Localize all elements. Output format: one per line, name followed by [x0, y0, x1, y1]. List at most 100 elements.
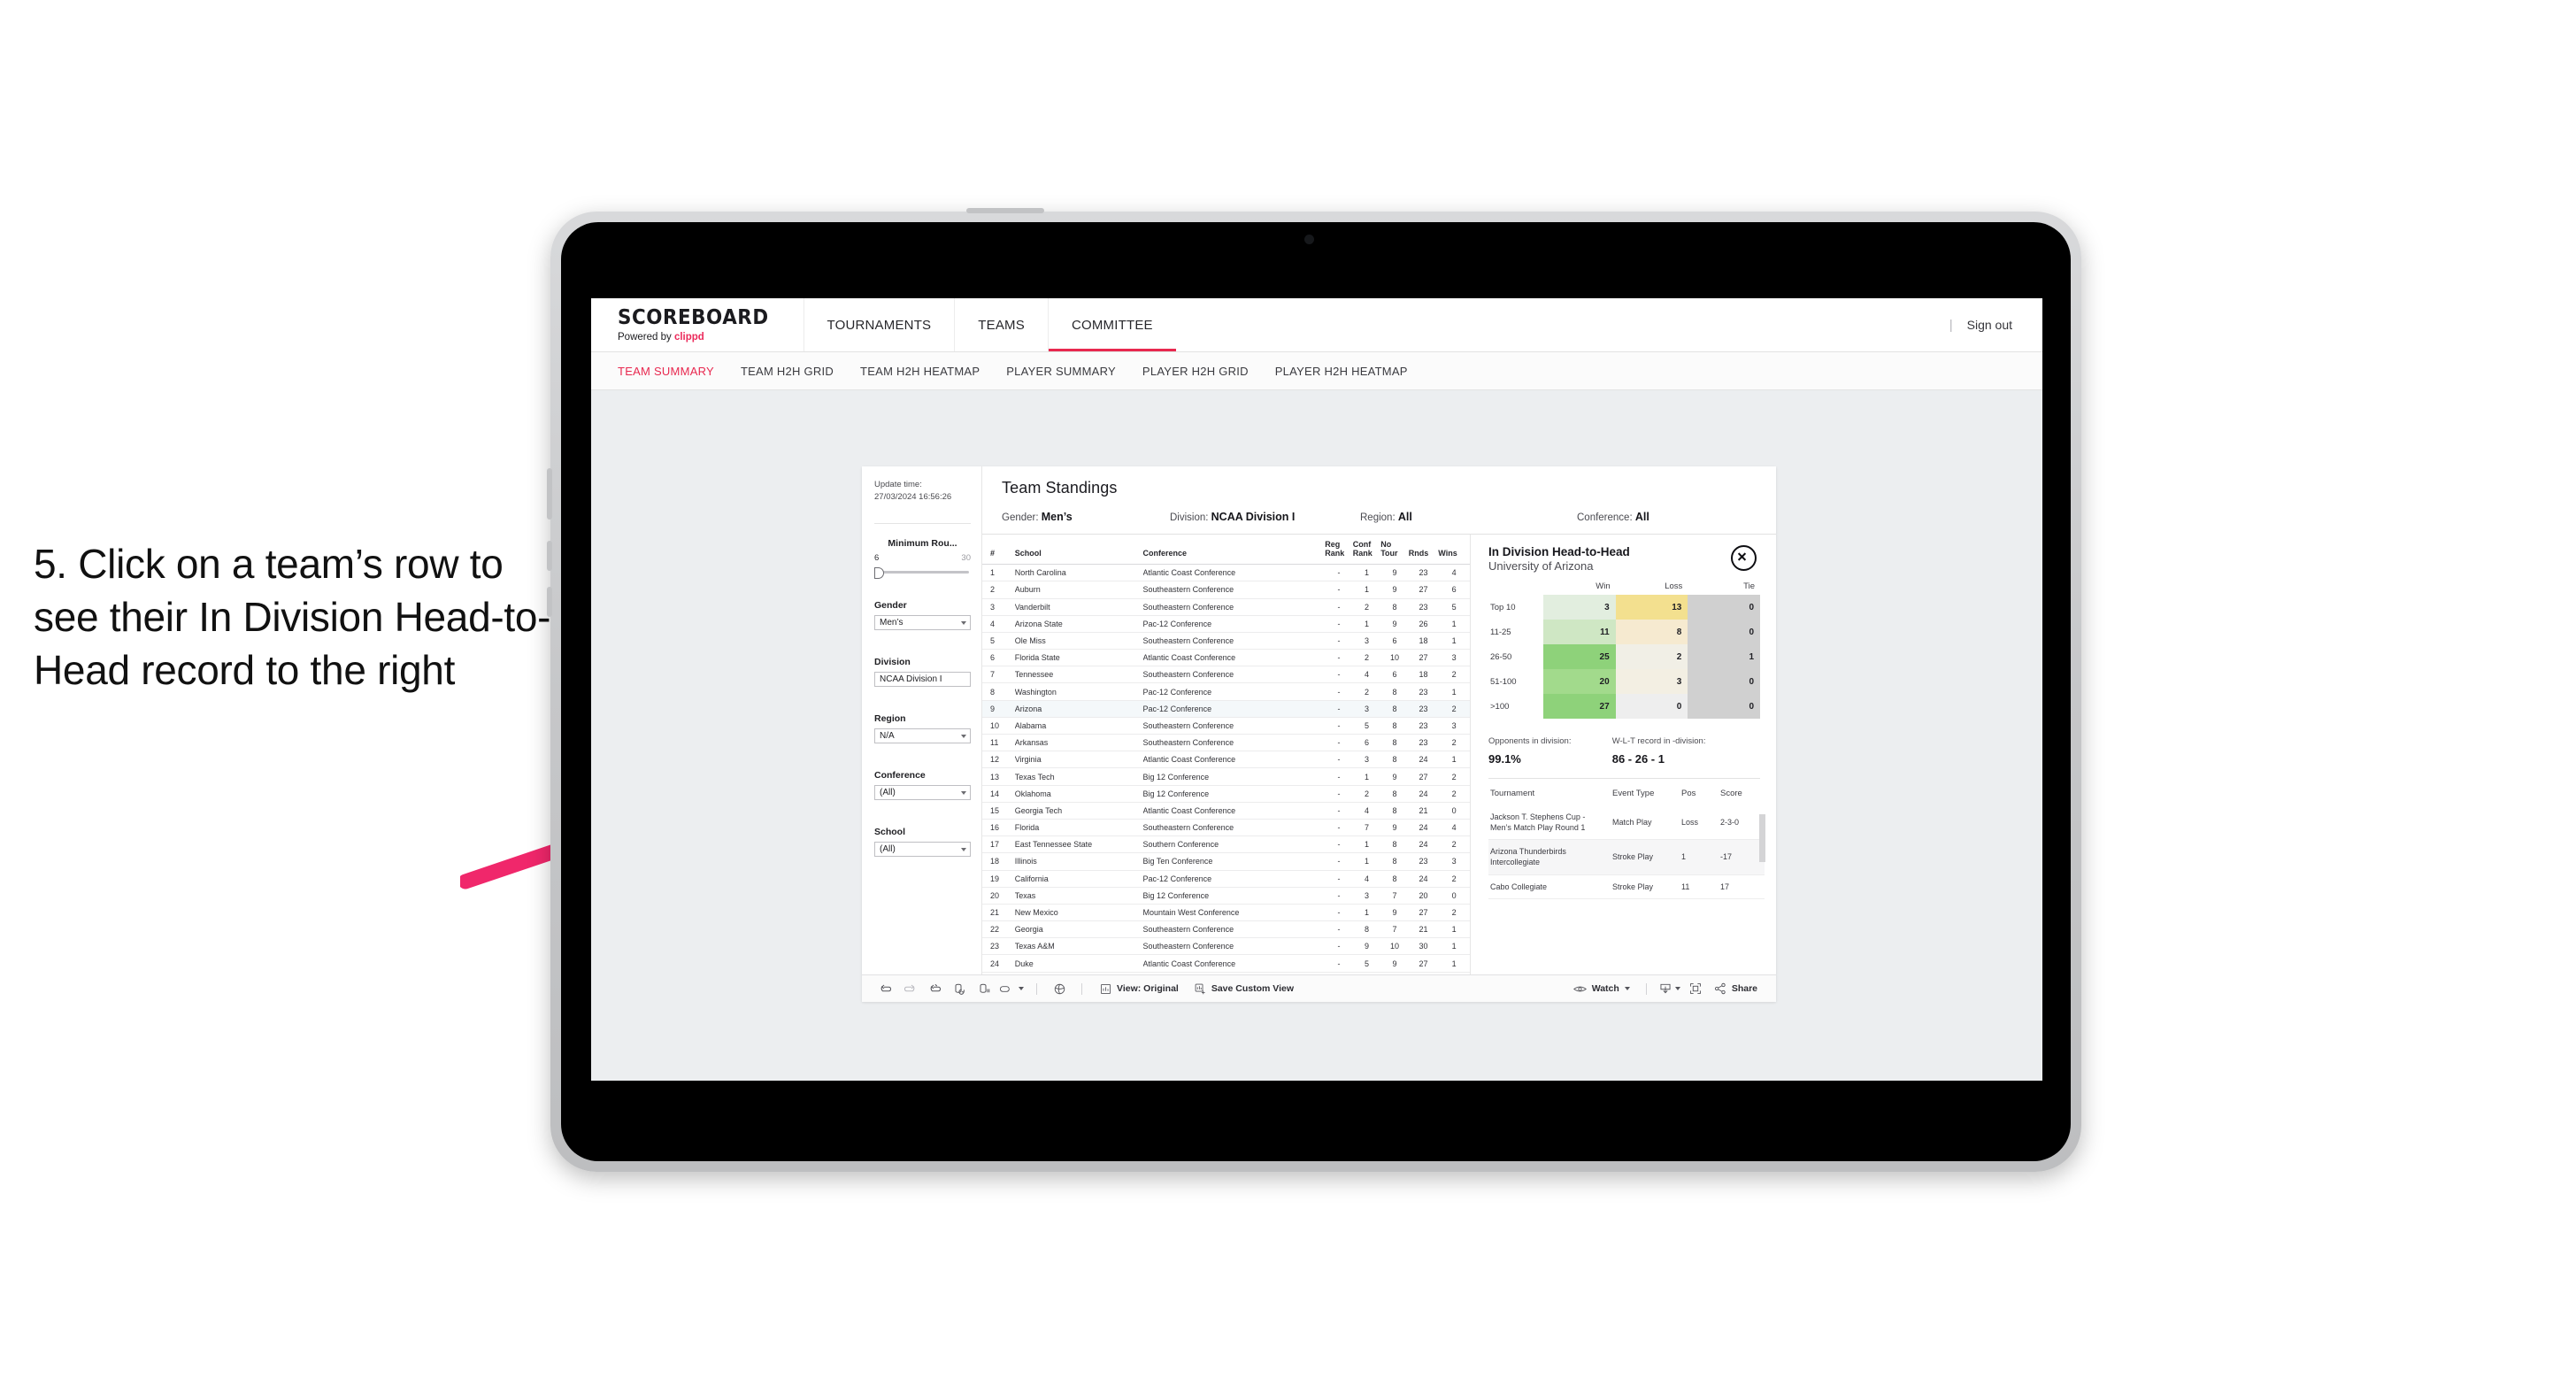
watch-button[interactable]: Watch [1567, 983, 1636, 994]
cell-conference: Atlantic Coast Conference [1142, 649, 1326, 667]
cell-school: Vanderbilt [1014, 598, 1143, 616]
view-original-button[interactable]: View: Original [1094, 983, 1185, 995]
nav-item-committee[interactable]: COMMITTEE [1047, 298, 1176, 351]
col-rank[interactable]: # [982, 535, 1015, 566]
undo-icon[interactable] [874, 980, 896, 997]
table-row[interactable]: 19 California Pac-12 Conference -4 8 24 2 [982, 870, 1470, 888]
tab-team-summary[interactable]: TEAM SUMMARY [618, 365, 714, 378]
save-custom-view-button[interactable]: Save Custom View [1188, 983, 1300, 995]
h2h-cell[interactable]: 11 [1543, 620, 1616, 644]
cell-conference: Southeastern Conference [1142, 632, 1326, 651]
tournament-row[interactable]: Arizona Thunderbirds Intercollegiate Stro… [1488, 839, 1765, 875]
chevron-down-icon[interactable] [1624, 987, 1630, 990]
pause-updates-icon[interactable] [973, 980, 995, 997]
col-no-tour[interactable]: No Tour [1380, 535, 1409, 566]
table-row[interactable]: 4 Arizona State Pac-12 Conference -1 9 26 1 [982, 615, 1470, 633]
table-row[interactable]: 14 Oklahoma Big 12 Conference -2 8 24 2 [982, 785, 1470, 803]
h2h-cell[interactable]: 2 [1615, 644, 1688, 669]
chevron-down-icon[interactable] [1019, 987, 1024, 990]
h2h-cell[interactable]: 20 [1543, 669, 1616, 694]
table-row[interactable]: 6 Florida State Atlantic Coast Conference -… [982, 649, 1470, 667]
table-row[interactable]: 12 Virginia Atlantic Coast Conference -3 8 24… [982, 751, 1470, 769]
tab-player-summary[interactable]: PLAYER SUMMARY [1006, 365, 1116, 378]
chevron-down-icon[interactable] [1674, 987, 1680, 990]
h2h-cell[interactable]: 0 [1688, 669, 1760, 694]
region-filter-select[interactable]: N/A [874, 728, 971, 743]
close-icon[interactable] [1731, 545, 1757, 571]
table-row[interactable]: 16 Florida Southeastern Conference -7 9 24 4 [982, 819, 1470, 837]
table-row[interactable]: 18 Illinois Big Ten Conference -1 8 23 3 [982, 852, 1470, 871]
table-row[interactable]: 20 Texas Big 12 Conference -3 7 20 0 [982, 887, 1470, 905]
sign-out-link[interactable]: Sign out [1967, 318, 2012, 332]
nav-item-teams[interactable]: TEAMS [954, 298, 1048, 351]
fullscreen-icon[interactable] [1685, 980, 1706, 997]
slider-handle[interactable] [874, 566, 884, 579]
gender-filter-select[interactable]: Men’s [874, 614, 971, 630]
table-row[interactable]: 15 Georgia Tech Atlantic Coast Conference -… [982, 802, 1470, 820]
table-row[interactable]: 8 Washington Pac-12 Conference -2 8 23 1 [982, 682, 1470, 701]
table-row[interactable]: 21 New Mexico Mountain West Conference -1 9 2… [982, 904, 1470, 922]
min-rounds-slider[interactable] [874, 566, 971, 579]
tab-team-h2h-heatmap[interactable]: TEAM H2H HEATMAP [860, 365, 980, 378]
nav-item-tournaments[interactable]: TOURNAMENTS [803, 298, 955, 351]
h2h-cell[interactable]: 1 [1688, 644, 1760, 669]
tournament-row[interactable]: Cabo Collegiate Stroke Play 11 17 [1488, 874, 1765, 899]
cell-no-tour: 8 [1380, 802, 1409, 820]
highlight-icon[interactable] [998, 980, 1025, 997]
tab-player-h2h-heatmap[interactable]: PLAYER H2H HEATMAP [1275, 365, 1408, 378]
cell-rnds: 27 [1408, 767, 1439, 786]
h2h-cell[interactable]: 27 [1543, 694, 1616, 719]
table-row[interactable]: 17 East Tennessee State Southern Conferenc… [982, 835, 1470, 854]
slider-track [880, 570, 969, 574]
h2h-cell[interactable]: 3 [1543, 595, 1616, 620]
division-filter-select[interactable]: NCAA Division I [874, 671, 971, 687]
table-row[interactable]: 2 Auburn Southeastern Conference -1 9 27 6 [982, 581, 1470, 599]
table-row[interactable]: 23 Texas A&M Southeastern Conference -9 10 30… [982, 937, 1470, 956]
table-row[interactable]: 9 Arizona Pac-12 Conference -3 8 23 2 [982, 700, 1470, 718]
col-conference[interactable]: Conference [1142, 535, 1326, 566]
school-filter-select[interactable]: (All) [874, 841, 971, 857]
h2h-cell[interactable]: 13 [1615, 595, 1688, 620]
col-reg-rank[interactable]: Reg Rank [1325, 535, 1353, 566]
h2h-cell[interactable]: 0 [1688, 694, 1760, 719]
h2h-cell[interactable]: 8 [1615, 620, 1688, 644]
cell-wins: 0 [1438, 802, 1470, 820]
h2h-cell[interactable]: 0 [1688, 620, 1760, 644]
table-row[interactable]: 5 Ole Miss Southeastern Conference -3 6 18 1 [982, 632, 1470, 651]
cell-rank: 8 [982, 682, 1015, 701]
table-row[interactable]: 22 Georgia Southeastern Conference -8 7 21 1 [982, 920, 1470, 939]
table-row[interactable]: 13 Texas Tech Big 12 Conference -1 9 27 2 [982, 767, 1470, 786]
col-rnds[interactable]: Rnds [1408, 535, 1439, 566]
table-row[interactable]: 3 Vanderbilt Southeastern Conference -2 8 23 5 [982, 598, 1470, 616]
download-icon[interactable] [1657, 980, 1683, 997]
brand-logo[interactable]: SCOREBOARD Powered by clippd [591, 298, 804, 351]
share-button[interactable]: Share [1708, 982, 1764, 995]
h2h-cell[interactable]: 0 [1688, 595, 1760, 620]
table-row[interactable]: 10 Alabama Southeastern Conference -5 8 23 3 [982, 717, 1470, 735]
tab-team-h2h-grid[interactable]: TEAM H2H GRID [741, 365, 834, 378]
conference-filter-select[interactable]: (All) [874, 784, 971, 800]
revert-icon[interactable] [924, 980, 945, 997]
tournament-row[interactable]: Jackson T. Stephens Cup - Men’s Match Pl… [1488, 805, 1765, 841]
col-wins[interactable]: Wins [1438, 535, 1470, 566]
h2h-cell[interactable]: 3 [1615, 669, 1688, 694]
cell-wins: 2 [1438, 870, 1470, 888]
globe-icon[interactable] [1049, 980, 1070, 997]
table-row[interactable]: 7 Tennessee Southeastern Conference -4 6 18 2 [982, 666, 1470, 684]
tab-player-h2h-grid[interactable]: PLAYER H2H GRID [1142, 365, 1249, 378]
col-school[interactable]: School [1014, 535, 1143, 566]
cell-rnds: 27 [1408, 904, 1439, 922]
table-row[interactable]: 1 North Carolina Atlantic Coast Conference… [982, 564, 1470, 582]
refresh-data-icon[interactable] [949, 980, 970, 997]
tournaments-scrollbar[interactable] [1759, 814, 1765, 862]
table-row[interactable]: 24 Duke Atlantic Coast Conference -5 9 27 1 [982, 954, 1470, 973]
redo-icon[interactable] [899, 980, 920, 997]
chevron-down-icon [961, 847, 966, 851]
cell-school: Florida State [1014, 649, 1143, 667]
toolbar-divider-3 [1645, 982, 1647, 995]
col-conf-rank[interactable]: Conf Rank [1352, 535, 1381, 566]
h2h-row-label: >100 [1488, 694, 1543, 719]
h2h-cell[interactable]: 25 [1543, 644, 1616, 669]
table-row[interactable]: 11 Arkansas Southeastern Conference -6 8 23 2 [982, 734, 1470, 752]
h2h-cell[interactable]: 0 [1615, 694, 1688, 719]
